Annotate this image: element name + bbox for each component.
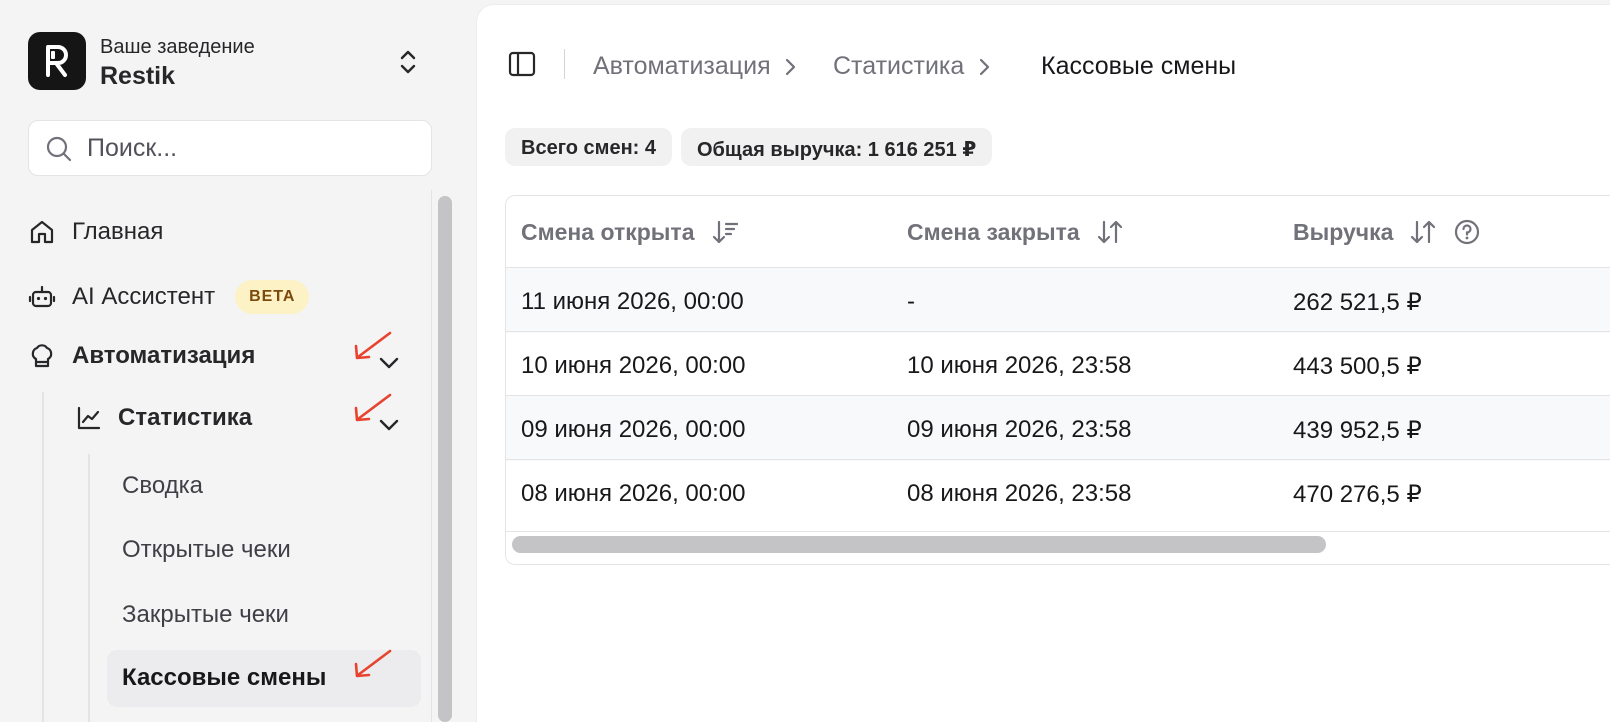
sidebar-scrollbar[interactable]: [438, 196, 452, 722]
chevron-up-down-icon[interactable]: [396, 48, 420, 76]
nav-tree-line: [42, 392, 44, 722]
column-header-closed[interactable]: Смена закрыта: [907, 196, 1124, 268]
line-chart-icon: [77, 406, 101, 430]
chevron-right-icon: [785, 58, 796, 76]
nav-item-ai-label: AI Ассистент: [72, 283, 216, 310]
breadcrumb-statistics[interactable]: Статистика: [833, 52, 964, 81]
nav-item-statistics-label: Статистика: [118, 404, 253, 431]
search-input[interactable]: [87, 131, 417, 165]
house-icon: [30, 220, 54, 244]
table-horizontal-scrollbar[interactable]: [512, 536, 1326, 553]
table-row[interactable]: 11 июня 2026, 00:00 - 262 521,5 ₽: [506, 267, 1610, 333]
breadcrumb-automation[interactable]: Автоматизация: [593, 52, 771, 81]
cell-closed: 10 июня 2026, 23:58: [907, 352, 1132, 379]
restik-logo: [28, 32, 86, 90]
nav-subitem-open-checks[interactable]: Открытые чеки: [122, 536, 291, 564]
sort-arrows-icon[interactable]: [1409, 218, 1437, 246]
logo-letter-r-icon: [46, 45, 68, 77]
venue-switcher[interactable]: Ваше заведение Restik: [28, 32, 432, 90]
shifts-table: Смена открыта Смена закрыта Выручка 11 и…: [505, 195, 1610, 565]
cell-opened: 11 июня 2026, 00:00: [521, 288, 744, 315]
column-header-revenue-label: Выручка: [1293, 218, 1394, 245]
chevron-right-icon: [979, 58, 990, 76]
nav-item-automation-label: Автоматизация: [72, 342, 256, 369]
question-circle-icon[interactable]: [1453, 218, 1481, 246]
cell-closed: 09 июня 2026, 23:58: [907, 416, 1132, 443]
breadcrumb-current-page: Кассовые смены: [1041, 52, 1237, 80]
annotation-arrow-icon: [354, 331, 392, 360]
annotation-arrow-icon: [354, 393, 392, 422]
venue-name: Restik: [100, 62, 176, 90]
cell-revenue: 262 521,5 ₽: [1293, 289, 1422, 316]
cell-opened: 08 июня 2026, 00:00: [521, 480, 746, 507]
column-header-opened[interactable]: Смена открыта: [521, 196, 739, 268]
cell-opened: 09 июня 2026, 00:00: [521, 416, 746, 443]
table-row[interactable]: 08 июня 2026, 00:00 08 июня 2026, 23:58 …: [506, 459, 1610, 525]
search-box[interactable]: [28, 120, 432, 176]
table-row[interactable]: 10 июня 2026, 00:00 10 июня 2026, 23:58 …: [506, 331, 1610, 397]
nav-item-home-label: Главная: [72, 218, 164, 245]
search-icon: [46, 136, 72, 162]
nav-item-ai-assistant[interactable]: AI Ассистент BETA: [28, 280, 310, 314]
column-header-revenue[interactable]: Выручка: [1293, 196, 1481, 268]
sort-descending-icon[interactable]: [711, 218, 739, 246]
breadcrumb-divider: [564, 49, 565, 79]
nav-subitem-summary[interactable]: Сводка: [122, 472, 203, 500]
sort-arrows-icon[interactable]: [1096, 218, 1124, 246]
nav-item-statistics[interactable]: Статистика: [76, 404, 252, 432]
sidebar: Ваше заведение Restik Главная AI Ассисте…: [0, 0, 463, 722]
column-header-closed-label: Смена закрыта: [907, 218, 1080, 245]
cell-closed: -: [907, 288, 915, 315]
cell-revenue: 443 500,5 ₽: [1293, 353, 1422, 380]
chef-hat-icon: [31, 344, 53, 368]
total-revenue-badge: Общая выручка: 1 616 251 ₽: [681, 128, 993, 166]
cell-revenue: 439 952,5 ₽: [1293, 417, 1422, 444]
venue-label: Ваше заведение: [100, 36, 255, 58]
table-row[interactable]: 09 июня 2026, 00:00 09 июня 2026, 23:58 …: [506, 395, 1610, 461]
nav-item-automation[interactable]: Автоматизация: [28, 342, 255, 370]
main-content: Автоматизация Статистика Кассовые смены …: [476, 4, 1610, 722]
column-header-opened-label: Смена открыта: [521, 218, 695, 245]
cell-closed: 08 июня 2026, 23:58: [907, 480, 1132, 507]
cell-revenue: 470 276,5 ₽: [1293, 481, 1422, 508]
cell-opened: 10 июня 2026, 00:00: [521, 352, 746, 379]
sidebar-divider: [431, 190, 432, 722]
nav-item-home[interactable]: Главная: [28, 218, 163, 246]
nav-subitem-closed-checks[interactable]: Закрытые чеки: [122, 601, 289, 629]
total-shifts-badge: Всего смен: 4: [505, 128, 672, 166]
annotation-arrow-icon: [354, 649, 392, 678]
beta-badge: BETA: [235, 280, 310, 314]
nav-subtree-line: [88, 454, 90, 722]
robot-icon: [28, 285, 56, 308]
sidebar-panel-icon[interactable]: [507, 49, 537, 79]
